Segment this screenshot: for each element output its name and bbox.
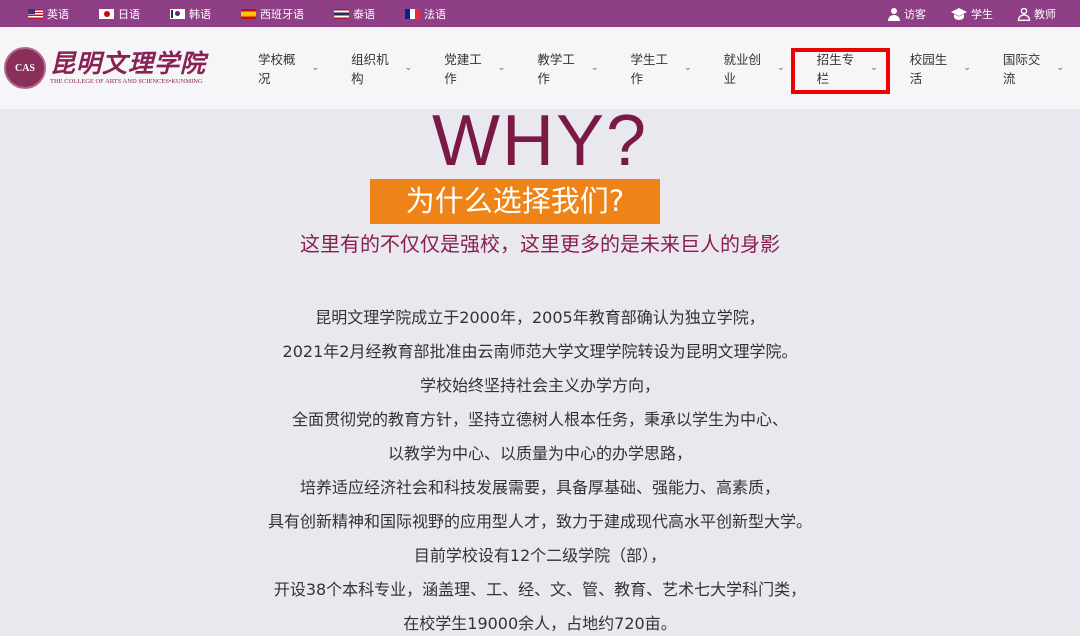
tagline: 这里有的不仅仅是强校，这里更多的是未来巨人的身影	[300, 232, 780, 256]
intro-line: 2021年2月经教育部批准由云南师范大学文理学院转设为昆明文理学院。	[282, 342, 798, 361]
chevron-down-icon: ⌄	[404, 63, 413, 73]
intro-line: 在校学生19000余人，占地约720亩。	[403, 614, 677, 633]
nav-item-label: 就业创业	[723, 52, 762, 86]
chevron-down-icon: ⌄	[777, 63, 785, 73]
user-links: 访客 学生 教师	[863, 0, 1056, 27]
chevron-down-icon: ⌄	[590, 63, 599, 73]
visitor-link[interactable]: 访客	[887, 6, 926, 22]
intro-line: 具有创新精神和国际视野的应用型人才，致力于建成现代高水平创新型大学。	[267, 512, 812, 531]
college-logo[interactable]: CAS 昆明文理学院 THE COLLEGE OF ARTS AND SCIEN…	[4, 47, 206, 89]
visitor-label: 访客	[904, 7, 926, 21]
student-link[interactable]: 学生	[950, 6, 993, 22]
lang-french[interactable]: 法语	[405, 6, 446, 22]
nav-item-teaching[interactable]: 教学工作 ⌄	[521, 27, 614, 109]
nav-item-label: 国际交流	[1002, 52, 1041, 86]
logo-name-cn: 昆明文理学院	[50, 49, 207, 78]
intro-line: 昆明文理学院成立于2000年，2005年教育部确认为独立学院，	[315, 308, 765, 327]
intro-line: 培养适应经济社会和科技发展需要，具备厚基础、强能力、高素质，	[299, 478, 780, 497]
france-flag-icon	[405, 8, 420, 19]
lang-label: 英语	[47, 7, 69, 21]
logo-text: 昆明文理学院 THE COLLEGE OF ARTS AND SCIENCES•…	[50, 49, 207, 86]
lang-japanese[interactable]: 日语	[99, 6, 140, 22]
graduation-cap-icon	[951, 7, 967, 20]
person-icon	[888, 7, 900, 21]
nav-item-student-affairs[interactable]: 学生工作 ⌄	[614, 27, 707, 109]
language-switcher: 英语 日语 韩语 西班牙语 泰语 法语	[28, 0, 476, 27]
lang-label: 泰语	[353, 7, 375, 21]
logo-name-en: THE COLLEGE OF ARTS AND SCIENCES•KUNMING	[50, 78, 203, 85]
nav-item-organization[interactable]: 组织机构 ⌄	[335, 27, 428, 109]
intro-line: 目前学校设有12个二级学院（部），	[413, 546, 667, 565]
nav-item-label: 党建工作	[444, 52, 482, 86]
us-flag-icon	[28, 8, 43, 19]
nav-item-international[interactable]: 国际交流 ⌄	[987, 27, 1080, 109]
nav-item-campus-life[interactable]: 校园生活 ⌄	[894, 27, 987, 109]
nav-item-label: 学校概况	[258, 52, 296, 86]
nav-item-label: 教学工作	[537, 52, 575, 86]
nav-menu: 学校概况 ⌄ 组织机构 ⌄ 党建工作 ⌄ 教学工作 ⌄ 学生工作 ⌄ 就业创业 ⌄ 招生专栏…	[242, 27, 1080, 109]
top-bar: 英语 日语 韩语 西班牙语 泰语 法语 访客 学生 教师	[0, 0, 1080, 27]
lang-spanish[interactable]: 西班牙语	[241, 6, 304, 22]
chevron-down-icon: ⌄	[963, 63, 971, 73]
hero-section: WHY? 为什么选择我们? 这里有的不仅仅是强校，这里更多的是未来巨人的身影 昆…	[0, 105, 1080, 636]
teacher-label: 教师	[1034, 7, 1056, 21]
admissions-highlight-box	[791, 48, 890, 94]
intro-paragraph: 昆明文理学院成立于2000年，2005年教育部确认为独立学院， 2021年2月经…	[0, 301, 1080, 636]
nav-item-party-building[interactable]: 党建工作 ⌄	[428, 27, 521, 109]
lang-label: 日语	[118, 7, 140, 21]
main-nav: CAS 昆明文理学院 THE COLLEGE OF ARTS AND SCIEN…	[0, 27, 1080, 109]
intro-line: 学校始终坚持社会主义办学方向，	[419, 376, 660, 395]
nav-item-employment[interactable]: 就业创业 ⌄	[708, 27, 801, 109]
chevron-down-icon: ⌄	[684, 63, 692, 73]
nav-item-label: 学生工作	[630, 52, 668, 86]
teacher-link[interactable]: 教师	[1017, 6, 1056, 22]
lang-thai[interactable]: 泰语	[334, 6, 375, 22]
thailand-flag-icon	[334, 8, 349, 19]
student-label: 学生	[971, 7, 993, 21]
nav-item-label: 校园生活	[909, 52, 948, 86]
japan-flag-icon	[99, 8, 114, 19]
chevron-down-icon: ⌄	[1056, 63, 1064, 73]
lang-label: 法语	[424, 7, 446, 21]
nav-item-about[interactable]: 学校概况 ⌄	[242, 27, 335, 109]
lang-korean[interactable]: 韩语	[170, 6, 211, 22]
chevron-down-icon: ⌄	[497, 63, 506, 73]
spain-flag-icon	[241, 8, 256, 19]
lang-label: 韩语	[189, 7, 211, 21]
lang-english[interactable]: 英语	[28, 6, 69, 22]
intro-line: 以教学为中心、以质量为中心的办学思路，	[387, 444, 692, 463]
why-choose-us-banner: 为什么选择我们?	[370, 179, 660, 224]
why-heading: WHY?	[431, 101, 649, 181]
person-outline-icon	[1017, 7, 1031, 21]
chevron-down-icon: ⌄	[311, 63, 320, 73]
college-seal-icon: CAS	[4, 47, 46, 89]
nav-item-label: 组织机构	[351, 52, 389, 86]
intro-line: 全面贯彻党的教育方针，坚持立德树人根本任务，秉承以学生为中心、	[291, 410, 788, 429]
lang-label: 西班牙语	[260, 7, 304, 21]
intro-line: 开设38个本科专业，涵盖理、工、经、文、管、教育、艺术七大学科门类，	[273, 580, 807, 599]
korea-flag-icon	[170, 8, 185, 19]
